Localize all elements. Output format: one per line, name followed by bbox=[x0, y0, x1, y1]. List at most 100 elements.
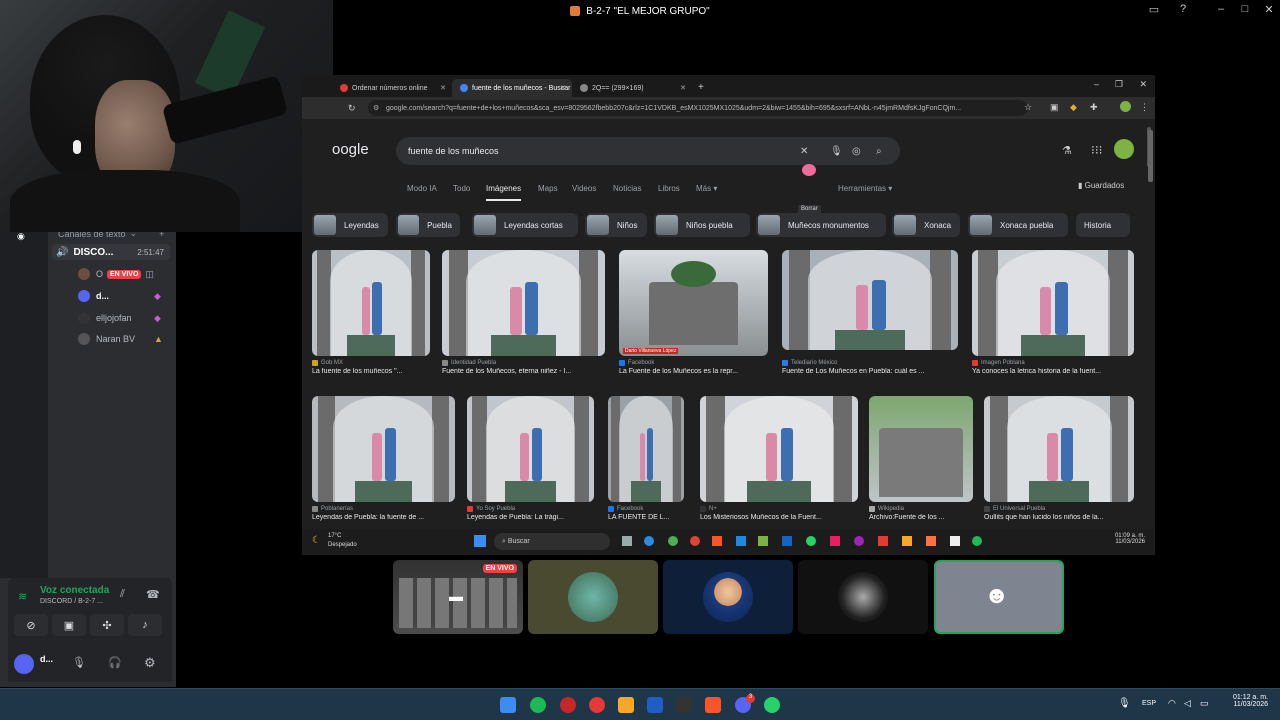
taskbar-search[interactable]: ⌕ Buscar bbox=[494, 533, 610, 550]
reload-icon[interactable]: ↻ bbox=[348, 103, 356, 114]
whatsapp-icon[interactable] bbox=[806, 536, 816, 546]
inbox-icon[interactable]: ▭ bbox=[1144, 3, 1164, 16]
soundboard-button[interactable]: ♪ bbox=[128, 614, 162, 636]
windows-start-icon[interactable] bbox=[500, 697, 516, 713]
nav-todo[interactable]: Todo bbox=[453, 184, 470, 193]
folder-icon[interactable] bbox=[618, 697, 634, 713]
chip-xonaca-puebla[interactable]: Xonaca puebla bbox=[968, 213, 1068, 237]
avatar[interactable] bbox=[1114, 139, 1134, 159]
app-icon[interactable] bbox=[758, 536, 768, 546]
browser-tab[interactable]: 2Q== (299×169) ✕ bbox=[572, 79, 692, 97]
participant-tile[interactable] bbox=[663, 560, 793, 634]
headphones-icon[interactable]: 🎧 bbox=[108, 656, 122, 669]
chip-xonaca[interactable]: Xonaca bbox=[892, 213, 960, 237]
nav-maps[interactable]: Maps bbox=[538, 184, 558, 193]
image-result[interactable]: N+ Los Misteriosos Muñecos de la Fuent..… bbox=[700, 396, 858, 521]
lens-icon[interactable]: ◎ bbox=[852, 146, 861, 157]
minimize-button[interactable]: – bbox=[1094, 79, 1099, 89]
help-icon[interactable]: ? bbox=[1173, 3, 1193, 15]
apps-grid-icon[interactable]: ⁝⁝⁝ bbox=[1091, 143, 1102, 157]
close-button[interactable]: ✕ bbox=[1259, 3, 1279, 16]
image-result[interactable]: Wikipedia Archivo:Fuente de los ... bbox=[869, 396, 973, 521]
app-icon[interactable] bbox=[878, 536, 888, 546]
word-icon[interactable] bbox=[647, 697, 663, 713]
extension-icon[interactable]: ▣ bbox=[1050, 102, 1059, 113]
site-info-icon[interactable]: ⚙ bbox=[373, 104, 379, 112]
image-result[interactable]: Identidad Puebla Fuente de los Muñecos, … bbox=[442, 250, 605, 375]
app-icon[interactable] bbox=[854, 536, 864, 546]
clock[interactable]: 01:12 a. m. 11/03/2026 bbox=[1216, 694, 1268, 708]
brave-icon[interactable] bbox=[705, 697, 721, 713]
battery-icon[interactable]: ▭ bbox=[1200, 698, 1209, 709]
close-tab-icon[interactable]: ✕ bbox=[440, 84, 446, 92]
maximize-button[interactable]: □ bbox=[1235, 3, 1255, 15]
voice-channel-row[interactable]: 🔊 DISCO... 2:51:47 bbox=[52, 244, 170, 260]
minimize-button[interactable]: – bbox=[1211, 3, 1231, 15]
nav-libros[interactable]: Libros bbox=[658, 184, 680, 193]
app-icon[interactable] bbox=[830, 536, 840, 546]
saved-button[interactable]: ▮ Guardados bbox=[1078, 181, 1124, 190]
scrollbar[interactable] bbox=[1148, 130, 1153, 182]
screen-share-stream[interactable]: Ordenar números online ✕ fuente de los mu… bbox=[302, 75, 1155, 555]
chip-ninos-puebla[interactable]: Niños puebla bbox=[654, 213, 750, 237]
capcut-icon[interactable] bbox=[676, 697, 692, 713]
voice-user[interactable]: Naran BV ▲ bbox=[78, 333, 163, 345]
app-icon[interactable] bbox=[926, 536, 936, 546]
bookmark-star-icon[interactable]: ☆ bbox=[1024, 102, 1032, 113]
profile-icon[interactable] bbox=[1120, 101, 1131, 112]
voice-user[interactable]: elljojofan ◆ bbox=[78, 312, 161, 324]
noise-suppression-icon[interactable]: ⫽ bbox=[120, 588, 125, 601]
spotify-icon[interactable] bbox=[972, 536, 982, 546]
clear-icon[interactable]: ✕ bbox=[800, 146, 808, 157]
app-icon[interactable] bbox=[589, 697, 605, 713]
nav-modo-ia[interactable]: Modo IA bbox=[407, 184, 437, 193]
image-result[interactable]: El Universal Puebla Oullits que han luci… bbox=[984, 396, 1134, 521]
google-logo[interactable]: oogle bbox=[332, 141, 369, 158]
app-icon[interactable] bbox=[950, 536, 960, 546]
image-result[interactable]: Gob MX La fuente de los muñecos "... bbox=[312, 250, 430, 375]
nav-noticias[interactable]: Noticias bbox=[613, 184, 641, 193]
close-tab-icon[interactable]: ✕ bbox=[680, 84, 686, 92]
image-result[interactable]: Yo Soy Puebla Leyendas de Puebla: La trá… bbox=[467, 396, 594, 521]
image-result[interactable]: Dario Villanueva López Facebook La Fuent… bbox=[619, 250, 768, 375]
chip-ninos[interactable]: Niños bbox=[585, 213, 647, 237]
url-field[interactable]: ⚙ google.com/search?q=fuente+de+los+muñe… bbox=[368, 100, 1028, 116]
search-input[interactable]: fuente de los muñecos ✕ 🎙 ◎ ⌕ bbox=[396, 137, 900, 165]
chrome-icon[interactable] bbox=[690, 536, 700, 546]
close-tab-icon[interactable]: ✕ bbox=[560, 84, 566, 92]
brave-icon[interactable] bbox=[712, 536, 722, 546]
folder-icon[interactable] bbox=[902, 536, 912, 546]
browser-tab-active[interactable]: fuente de los muñecos - Buscar ✕ bbox=[452, 79, 572, 97]
avatar[interactable] bbox=[14, 654, 34, 674]
extensions-puzzle-icon[interactable]: ✚ bbox=[1090, 102, 1098, 113]
close-button[interactable]: ✕ bbox=[1139, 79, 1147, 90]
language-indicator[interactable]: ESP bbox=[1142, 700, 1156, 707]
nav-imagenes[interactable]: Imágenes bbox=[486, 184, 522, 201]
new-tab-icon[interactable]: + bbox=[698, 82, 704, 93]
microphone-icon[interactable]: 🎙 bbox=[72, 656, 86, 669]
chip-puebla[interactable]: Puebla bbox=[396, 213, 460, 237]
image-result[interactable]: Telediario México Fuente de Los Muñecos … bbox=[782, 250, 958, 375]
browser-tab[interactable]: Ordenar números online ✕ bbox=[332, 79, 452, 97]
participant-tile-speaking[interactable]: ☻ bbox=[934, 560, 1064, 634]
image-result[interactable]: Facebook LA FUENTE DE L... bbox=[608, 396, 684, 521]
app-icon[interactable] bbox=[736, 536, 746, 546]
disconnect-icon[interactable]: ☎ bbox=[146, 588, 160, 601]
chip-leyendas-cortas[interactable]: Leyendas cortas bbox=[472, 213, 578, 237]
search-icon[interactable]: ⌕ bbox=[876, 146, 882, 157]
image-result[interactable]: Poblanerías Leyendas de Puebla: la fuent… bbox=[312, 396, 455, 521]
screen-share-button[interactable]: ▣ bbox=[52, 614, 86, 636]
activities-button[interactable]: ✣ bbox=[90, 614, 124, 636]
whatsapp-icon[interactable] bbox=[764, 697, 780, 713]
signal-icon[interactable]: ≋ bbox=[18, 590, 27, 603]
chip-munecos-monumentos[interactable]: Muñecos monumentos bbox=[756, 213, 886, 237]
spotify-icon[interactable] bbox=[530, 697, 546, 713]
settings-gear-icon[interactable]: ⚙ bbox=[144, 655, 156, 671]
server-icon[interactable]: ◉ bbox=[17, 231, 31, 241]
voice-user[interactable]: d... ◆ bbox=[78, 290, 161, 302]
labs-flask-icon[interactable]: ⚗ bbox=[1062, 144, 1072, 157]
app-icon[interactable] bbox=[782, 536, 792, 546]
wifi-icon[interactable]: ◠ bbox=[1168, 698, 1176, 709]
obs-icon[interactable] bbox=[560, 697, 576, 713]
microphone-icon[interactable]: 🎙 bbox=[830, 146, 843, 157]
